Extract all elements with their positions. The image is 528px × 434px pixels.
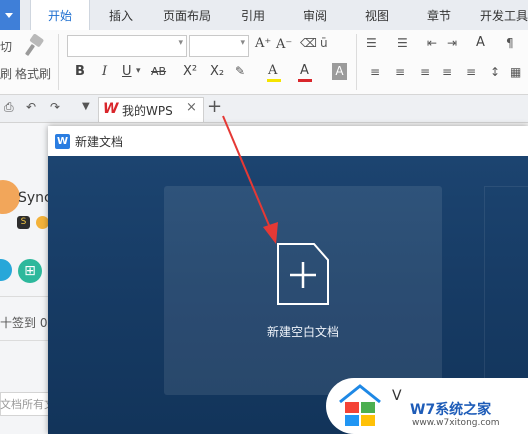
font-size-select[interactable] xyxy=(189,35,249,57)
app-center-icon[interactable]: ⊞ xyxy=(18,259,42,283)
tab-references[interactable]: 引用 xyxy=(228,0,278,30)
text-effects-icon[interactable]: ū xyxy=(320,36,328,50)
doc-search-placeholder: 文档所有文 xyxy=(0,398,55,411)
superscript-button[interactable]: X² xyxy=(183,64,197,79)
numbering-icon[interactable]: ☰ xyxy=(397,36,408,50)
vip-badge-icon: S xyxy=(17,216,30,229)
show-marks-icon[interactable]: ¶ xyxy=(506,36,514,50)
justify-icon[interactable]: ≡ xyxy=(442,65,452,79)
watermark-title: W7系统之家 xyxy=(410,402,492,418)
bold-button[interactable]: B xyxy=(75,64,85,79)
distributed-icon[interactable]: ≡ xyxy=(466,65,476,79)
tab-home[interactable]: 开始 xyxy=(30,0,90,31)
highlight-icon[interactable]: ✎ xyxy=(235,64,245,78)
annotation-arrow xyxy=(222,115,278,244)
highlight-color-bar xyxy=(267,79,281,82)
watermark-v-glyph: V xyxy=(392,388,402,404)
quick-access-dropdown-icon[interactable]: ▼ xyxy=(82,101,90,112)
panel-divider xyxy=(0,296,50,297)
ribbon-divider xyxy=(58,34,59,90)
case-icon[interactable]: A xyxy=(476,35,485,50)
format-painter-icon[interactable] xyxy=(22,34,46,60)
grow-font-button[interactable]: A⁺ xyxy=(255,36,271,51)
watermark-url: www.w7xitong.com xyxy=(412,418,500,428)
font-name-select[interactable] xyxy=(67,35,187,57)
user-name: Sync xyxy=(18,190,52,206)
panel-divider xyxy=(0,340,50,341)
char-shading-button[interactable]: A xyxy=(332,63,347,80)
windows-logo-icon xyxy=(339,384,381,426)
close-icon[interactable]: × xyxy=(186,100,197,115)
underline-dropdown[interactable]: ▾ xyxy=(136,66,141,76)
tab-view[interactable]: 视图 xyxy=(352,0,402,30)
tab-chapter[interactable]: 章节 xyxy=(414,0,464,30)
new-blank-document-label: 新建空白文档 xyxy=(266,325,339,339)
wps-writer-icon: W xyxy=(55,134,70,149)
clear-format-icon[interactable]: ⌫ xyxy=(300,36,317,50)
align-center-icon[interactable]: ≡ xyxy=(395,65,405,79)
app-menu-button[interactable] xyxy=(0,0,20,30)
print-preview-icon[interactable]: ⎙ xyxy=(4,100,14,115)
strikethrough-button[interactable]: AB xyxy=(151,65,166,78)
align-left-icon[interactable]: ≡ xyxy=(370,65,380,79)
cut-label[interactable]: 切 xyxy=(0,38,12,55)
underline-button[interactable]: U xyxy=(122,64,132,79)
font-color-button[interactable]: A xyxy=(300,63,309,78)
format-painter-label[interactable]: 格式刷 xyxy=(15,65,51,82)
subscript-button[interactable]: X₂ xyxy=(210,64,224,79)
doc-tab-label: 我的WPS xyxy=(122,104,173,118)
shrink-font-button[interactable]: A⁻ xyxy=(276,37,292,52)
brush-label[interactable]: 刷 xyxy=(0,65,12,82)
tab-developer[interactable]: 开发工具 xyxy=(474,0,528,30)
highlight-color-button[interactable]: A xyxy=(268,63,277,78)
font-color-bar xyxy=(298,79,312,82)
redo-icon[interactable]: ↷ xyxy=(50,100,60,114)
italic-button[interactable]: I xyxy=(102,64,107,79)
align-right-icon[interactable]: ≡ xyxy=(420,65,430,79)
tab-review[interactable]: 审阅 xyxy=(290,0,340,30)
line-spacing-icon[interactable]: ↕ xyxy=(490,65,500,79)
increase-indent-icon[interactable]: ⇥ xyxy=(447,36,457,50)
undo-icon[interactable]: ↶ xyxy=(26,100,36,114)
wps-logo-icon: W xyxy=(103,101,119,117)
decrease-indent-icon[interactable]: ⇤ xyxy=(427,36,437,50)
template-card[interactable] xyxy=(484,186,528,397)
tab-insert[interactable]: 插入 xyxy=(96,0,146,30)
bullets-icon[interactable]: ☰ xyxy=(366,36,377,50)
tab-page-layout[interactable]: 页面布局 xyxy=(154,0,220,30)
dialog-title: 新建文档 xyxy=(75,135,124,149)
ribbon-divider xyxy=(356,34,357,90)
table-icon[interactable]: ▦ xyxy=(510,65,521,79)
